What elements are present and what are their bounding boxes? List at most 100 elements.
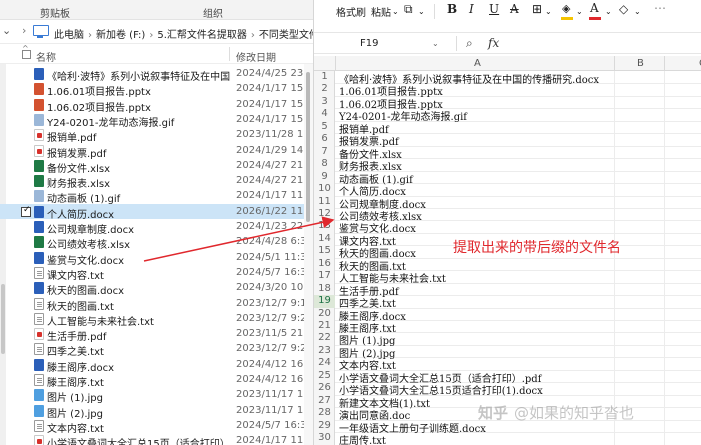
chevron-down-icon[interactable]: ⌄ — [2, 24, 11, 37]
file-row[interactable]: 人工智能与未来社会.txt 2023/12/7 9:20 — [0, 311, 313, 328]
breadcrumb-separator-icon[interactable]: › — [88, 30, 92, 41]
paste-button[interactable]: 粘贴 — [371, 4, 391, 19]
font-color-dropdown-icon[interactable]: ⌄ — [605, 7, 612, 16]
row-number[interactable]: 18 — [314, 283, 335, 295]
row-number[interactable]: 30 — [314, 432, 335, 444]
file-row[interactable]: 备份文件.xlsx 2024/4/27 21:29 — [0, 158, 313, 175]
row-number[interactable]: 28 — [314, 407, 335, 419]
search-icon[interactable]: ⌕ — [466, 36, 473, 51]
file-row[interactable]: 报销单.pdf2023/11/28 11:08 — [0, 127, 313, 144]
name-box-dropdown-icon[interactable]: ⌄ — [432, 39, 439, 48]
fill-dropdown-icon[interactable]: ⌄ — [576, 7, 583, 16]
row-number[interactable]: 20 — [314, 308, 335, 320]
row-number[interactable]: 7 — [314, 146, 335, 158]
address-bar[interactable]: ⌄ › 此电脑 › 新加卷 (F:) › 5.汇帮文件名提取器 › 不同类型文件 — [0, 20, 313, 44]
font-color-icon[interactable]: A — [590, 1, 599, 15]
column-divider[interactable] — [664, 56, 665, 71]
row-number[interactable]: 29 — [314, 420, 335, 432]
breadcrumb-separator-icon[interactable]: › — [149, 30, 153, 41]
copy-dropdown-icon[interactable]: ⌄ — [418, 7, 425, 16]
breadcrumb-separator-icon[interactable]: › — [251, 30, 255, 41]
row-number[interactable]: 14 — [314, 233, 335, 245]
row-number[interactable]: 17 — [314, 270, 335, 282]
row-number[interactable]: 12 — [314, 208, 335, 220]
copy-format-icon[interactable]: ⧉ — [404, 2, 413, 17]
fx-icon[interactable]: fx — [488, 36, 499, 50]
eraser-dropdown-icon[interactable]: ⌄ — [634, 7, 641, 16]
breadcrumb-item[interactable]: 新加卷 (F:) — [96, 30, 145, 41]
row-number[interactable]: 26 — [314, 382, 335, 394]
row-number[interactable]: 5 — [314, 121, 335, 133]
eraser-icon[interactable]: ◇ — [619, 2, 628, 16]
row-number[interactable]: 10 — [314, 183, 335, 195]
row-number[interactable]: 8 — [314, 158, 335, 170]
row-number[interactable]: 19 — [314, 295, 335, 308]
file-list-scroll-thumb[interactable] — [306, 72, 310, 222]
file-row[interactable]: 1.06.02项目报告.pptx 2024/1/17 15:11 — [0, 97, 313, 114]
column-divider[interactable] — [614, 56, 615, 71]
row-number[interactable]: 16 — [314, 258, 335, 270]
file-row[interactable]: 小学语文叠词大全汇总15页（适合打印）.pdf 2024/1/17 11:08 — [0, 433, 313, 445]
file-row[interactable]: 公司绩效考核.xlsx 2024/4/28 6:33 — [0, 234, 313, 251]
file-row[interactable]: 《哈利·波特》系列小说叙事特征及在中国的... 2024/4/25 23:51 — [0, 66, 313, 83]
breadcrumb-item[interactable]: 5.汇帮文件名提取器 — [157, 30, 247, 41]
file-row[interactable]: 秋天的图画.docx 2024/3/20 10:02 — [0, 280, 313, 297]
file-row[interactable]: 公司规章制度.docx 2024/1/23 22:32 — [0, 219, 313, 236]
chevron-right-icon[interactable]: › — [22, 24, 26, 37]
file-row[interactable]: 滕王阁序.txt 2024/4/12 16:29 — [0, 372, 313, 389]
fill-color-icon[interactable]: ◈ — [562, 2, 570, 15]
row-number[interactable]: 11 — [314, 196, 335, 208]
breadcrumb-item[interactable]: 此电脑 — [54, 30, 84, 41]
row-number[interactable]: 4 — [314, 108, 335, 120]
strikethrough-button[interactable]: A — [510, 2, 519, 16]
border-icon[interactable]: ⊞ — [532, 2, 542, 16]
paste-dropdown-icon[interactable]: ⌄ — [392, 7, 399, 16]
row-number[interactable]: 2 — [314, 83, 335, 95]
file-row[interactable]: 图片 (1).jpg2023/11/17 11:08 — [0, 387, 313, 404]
file-row[interactable]: 四季之美.txt 2023/12/7 9:21 — [0, 341, 313, 358]
file-list-scrollbar[interactable] — [304, 64, 313, 445]
select-all-checkbox[interactable] — [22, 50, 31, 59]
underline-button[interactable]: U — [489, 2, 499, 16]
file-row[interactable]: 1.06.01项目报告.pptx 2024/1/17 15:11 — [0, 81, 313, 98]
bold-button[interactable]: B — [447, 2, 457, 16]
column-header-b[interactable]: B — [637, 58, 644, 69]
file-row[interactable]: 动态画板 (1).gif 2024/1/17 11:02 — [0, 188, 313, 205]
italic-button[interactable]: I — [469, 2, 474, 16]
name-box[interactable]: F19 — [360, 38, 378, 49]
file-row[interactable]: 财务报表.xlsx 2024/4/27 21:29 — [0, 173, 313, 190]
row-number[interactable]: 3 — [314, 96, 335, 108]
file-row[interactable]: 鉴赏与文化.docx 2024/5/1 11:34 — [0, 250, 313, 267]
file-row[interactable]: 报销发票.pdf 2024/1/29 14:15 — [0, 143, 313, 160]
breadcrumb-item[interactable]: 不同类型文件 — [259, 30, 313, 41]
row-number[interactable]: 25 — [314, 370, 335, 382]
row-number[interactable]: 27 — [314, 395, 335, 407]
file-row[interactable]: 个人简历.docx2026/1/22 11:25 — [0, 203, 313, 221]
format-brush-button[interactable]: 格式刷 — [336, 4, 366, 19]
row-number[interactable]: 6 — [314, 133, 335, 145]
more-options-icon[interactable]: ⋯ — [654, 1, 666, 15]
row-number[interactable]: 9 — [314, 171, 335, 183]
column-date-header[interactable]: 修改日期 — [236, 49, 276, 64]
file-row[interactable]: 课文内容.txt 2024/5/7 16:33 — [0, 265, 313, 282]
row-number[interactable]: 15 — [314, 245, 335, 257]
row-number[interactable]: 1 — [314, 71, 335, 83]
column-divider[interactable] — [229, 47, 230, 61]
file-row[interactable]: 生活手册.pdf 2023/11/5 21:53 — [0, 326, 313, 343]
cell-a[interactable]: 庄周传.txt — [339, 432, 386, 445]
column-name-header[interactable]: 名称 — [36, 49, 56, 64]
file-row[interactable]: 滕王阁序.docx 2024/4/12 16:29 — [0, 357, 313, 374]
file-row[interactable]: Y24-0201-龙年动态海报.gif 2024/1/17 15:19 — [0, 112, 313, 129]
row-checkbox[interactable] — [21, 205, 31, 217]
column-header-a[interactable]: A — [474, 58, 481, 69]
row-number[interactable]: 21 — [314, 320, 335, 332]
row-number[interactable]: 22 — [314, 332, 335, 344]
row-number[interactable]: 24 — [314, 357, 335, 369]
border-dropdown-icon[interactable]: ⌄ — [545, 7, 552, 16]
row-number[interactable]: 13 — [314, 220, 335, 232]
row-number[interactable]: 23 — [314, 345, 335, 357]
file-row[interactable]: 图片 (2).jpg2023/11/17 11:08 — [0, 403, 313, 420]
file-row[interactable]: 秋天的图画.txt 2023/12/7 9:19 — [0, 296, 313, 313]
column-divider[interactable] — [335, 56, 336, 71]
file-row[interactable]: 文本内容.txt 2024/5/7 16:33 — [0, 418, 313, 435]
